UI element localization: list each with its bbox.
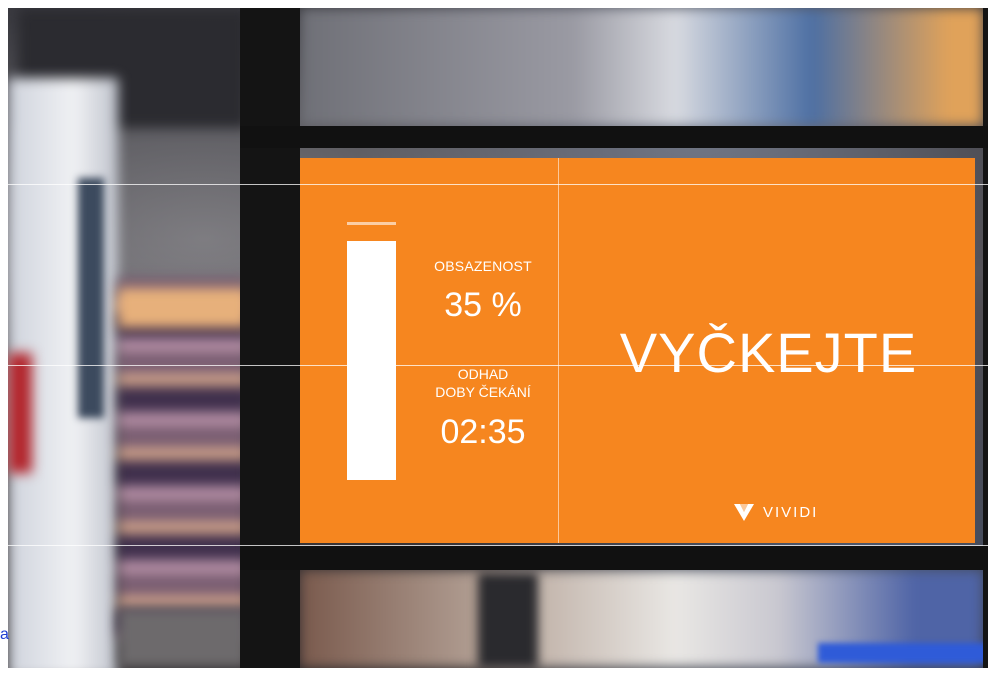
scan-line: [8, 184, 998, 185]
occupancy-bar-fill: [347, 241, 396, 480]
pillar-sign: [78, 178, 104, 418]
door-frame-bottom: [240, 546, 988, 570]
blue-floor-strip: [818, 643, 988, 663]
door-frame-top: [240, 126, 988, 148]
scan-line: [8, 545, 998, 546]
wait-label-line2: DOBY ČEKÁNÍ: [435, 384, 531, 400]
person-silhouette: [478, 573, 538, 668]
wait-time-value: 02:35: [440, 413, 526, 451]
occupancy-label: OBSAZENOST: [434, 258, 532, 274]
store-shelves: [118, 278, 248, 638]
top-glass-panel: [300, 8, 983, 126]
brand-name: VIVIDI: [763, 503, 819, 521]
screen-divider: [558, 158, 559, 543]
scan-line: [8, 365, 998, 366]
occupancy-value: 35 %: [444, 286, 522, 324]
occupancy-display: OBSAZENOST 35 % ODHAD DOBY ČEKÁNÍ 02:35 …: [300, 158, 975, 543]
store-photo: OBSAZENOST 35 % ODHAD DOBY ČEKÁNÍ 02:35 …: [8, 8, 988, 668]
vividi-logo-icon: [734, 504, 754, 521]
wait-label-line1: ODHAD: [457, 366, 509, 382]
occupancy-bar-cap: [347, 222, 396, 225]
shelf-light: [118, 288, 248, 328]
status-message: VYČKEJTE: [619, 321, 918, 384]
brand-logo: VIVIDI: [733, 501, 818, 523]
edge-link-text[interactable]: a: [0, 626, 9, 644]
occupancy-bar: [347, 222, 396, 480]
floor: [118, 608, 248, 668]
red-shelf: [8, 353, 32, 473]
